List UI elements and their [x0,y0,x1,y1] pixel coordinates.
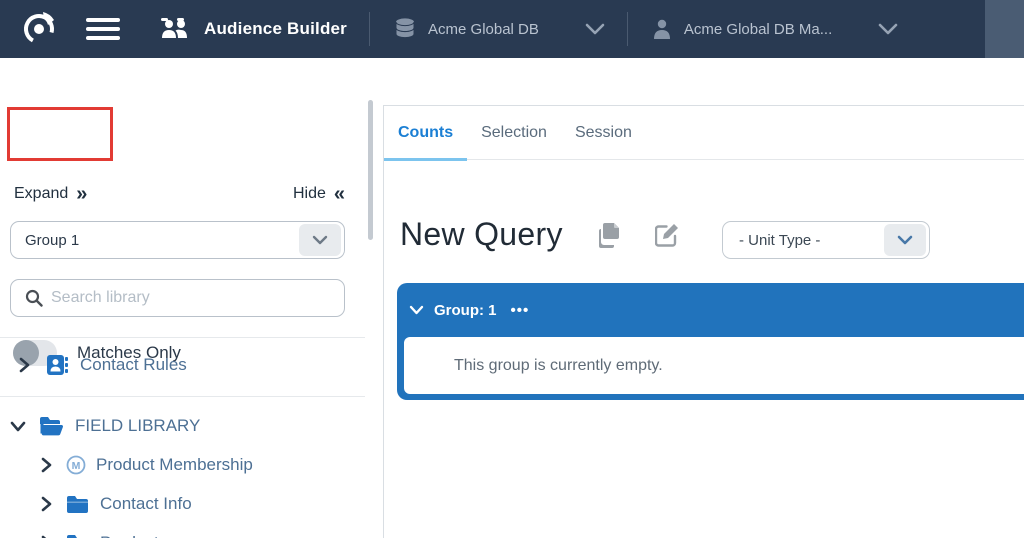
tree-item-products[interactable]: Products [38,528,167,538]
query-panel: Counts Selection Session New Query - Uni… [383,58,1024,538]
navbar-divider [369,12,370,46]
unit-type-select[interactable]: - Unit Type - [722,221,930,259]
expand-button[interactable]: Expand » [14,184,87,204]
collapse-chevron-icon [409,305,424,315]
tab-bar: Counts Selection Session [384,105,1024,160]
query-title: New Query [400,216,563,253]
edit-query-button[interactable] [655,222,680,247]
contact-book-icon [46,354,69,376]
group-body: This group is currently empty. [404,337,1024,394]
database-selector[interactable]: Acme Global DB [394,17,605,41]
hide-button[interactable]: Hide « [293,184,345,204]
tab-counts[interactable]: Counts [384,106,467,159]
app-title: Audience Builder [204,19,347,39]
sidebar-divider [0,396,365,397]
hide-chevrons-icon: « [334,184,345,204]
tree-item-label: Product Membership [96,455,253,475]
unit-type-value: - Unit Type - [739,232,884,249]
tab-selection[interactable]: Selection [467,106,561,159]
tree-item-contact-info[interactable]: Contact Info [38,489,192,519]
group-select[interactable]: Group 1 [10,221,345,259]
audience-users-icon [160,18,190,40]
sidebar-divider [0,337,365,338]
panel-border [383,105,384,538]
chevron-down-icon [884,224,926,256]
tree-item-field-library[interactable]: FIELD LIBRARY [10,411,200,441]
user-context-value: Acme Global DB Ma... [684,21,832,38]
library-sidebar: Expand » Hide « Group 1 Matches Only [0,58,383,538]
group-menu-ellipsis-icon[interactable]: ••• [511,302,530,319]
tree-item-product-membership[interactable]: M Product Membership [38,450,253,480]
chevron-right-icon [38,496,54,512]
group-empty-message: This group is currently empty. [454,357,663,375]
membership-m-icon: M [66,455,86,475]
search-icon [25,289,43,307]
expand-label: Expand [14,185,68,203]
database-selector-value: Acme Global DB [428,21,539,38]
chevron-down-icon [10,421,26,432]
folder-icon [66,495,88,513]
search-input[interactable] [51,289,344,307]
navbar-divider [627,12,628,46]
tree-item-label: Contact Info [100,494,192,514]
chevron-down-icon [878,23,898,35]
app-logo-icon[interactable] [16,6,62,52]
chevron-right-icon [16,357,32,373]
tab-session[interactable]: Session [561,106,646,159]
chevron-down-icon [299,224,341,256]
user-context-selector[interactable]: Acme Global DB Ma... [652,18,898,40]
group-select-value: Group 1 [25,232,299,249]
sidebar-scrollbar-thumb[interactable] [368,100,373,240]
hide-label: Hide [293,185,326,203]
open-folder-icon [39,416,63,436]
navbar-right-panel [985,0,1024,58]
folder-icon [66,534,88,538]
edit-icon [655,222,680,247]
tree-item-label: Products [100,533,167,538]
copy-icon [597,222,621,248]
expand-chevrons-icon: » [76,184,87,204]
app-section: Audience Builder [160,18,347,40]
tree-item-label: FIELD LIBRARY [75,416,200,436]
chevron-down-icon [585,23,605,35]
tree-item-label: Contact Rules [80,355,187,375]
database-icon [394,17,416,41]
hamburger-menu-icon[interactable] [86,18,120,40]
tree-item-contact-rules[interactable]: Contact Rules [16,350,187,380]
svg-text:M: M [72,460,81,472]
chevron-right-icon [38,457,54,473]
copy-query-button[interactable] [597,222,621,248]
group-header[interactable]: Group: 1 ••• [397,283,1024,337]
search-box [10,279,345,317]
group-title: Group: 1 [434,302,497,319]
top-navbar: Audience Builder Acme Global DB Acme Glo… [0,0,1024,58]
user-icon [652,18,672,40]
group-card: Group: 1 ••• This group is currently emp… [397,283,1024,400]
